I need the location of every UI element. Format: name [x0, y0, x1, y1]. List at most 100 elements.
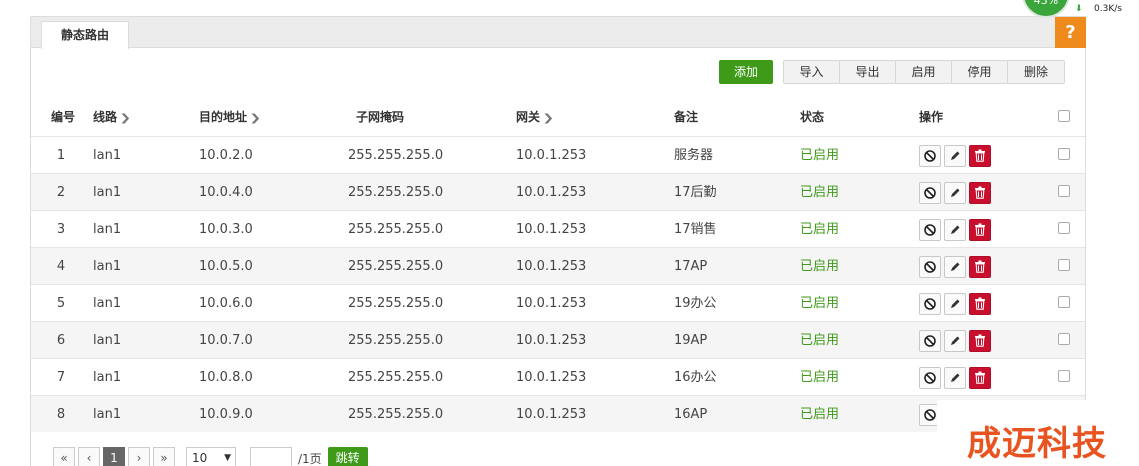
- edit-row-button[interactable]: [944, 366, 966, 389]
- trash-icon: [975, 371, 985, 384]
- edit-row-button[interactable]: [944, 329, 966, 352]
- delete-row-button[interactable]: [969, 292, 991, 315]
- ban-icon: [924, 223, 936, 236]
- enable-button[interactable]: 启用: [896, 61, 952, 83]
- last-page-button[interactable]: »: [153, 447, 175, 466]
- disable-row-button[interactable]: [919, 329, 941, 352]
- delete-row-button[interactable]: [969, 329, 991, 352]
- disable-row-button[interactable]: [919, 255, 941, 278]
- delete-row-button[interactable]: [969, 181, 991, 204]
- header-dst[interactable]: 目的地址 ❯: [199, 99, 261, 137]
- pencil-icon: [951, 373, 960, 382]
- next-page-button[interactable]: ›: [128, 447, 150, 466]
- cell-status: 已启用: [800, 333, 840, 348]
- chevron-down-icon[interactable]: ❯: [249, 100, 261, 137]
- header-no: 编号: [51, 110, 76, 124]
- cell-select: [1058, 359, 1070, 396]
- cell-status: 已启用: [800, 222, 840, 237]
- add-button[interactable]: 添加: [719, 60, 773, 84]
- first-page-button[interactable]: «: [53, 447, 75, 466]
- cell-dst: 10.0.4.0: [199, 185, 253, 200]
- disable-row-button[interactable]: [919, 292, 941, 315]
- delete-row-button[interactable]: [969, 218, 991, 241]
- delete-row-button[interactable]: [969, 255, 991, 278]
- network-speed-widget[interactable]: 43% ⬇ 0.3K/s +: [1022, 0, 1139, 19]
- header-line[interactable]: 线路 ❯: [93, 99, 131, 137]
- delete-row-button[interactable]: [969, 366, 991, 389]
- trash-icon: [975, 149, 985, 162]
- row-checkbox[interactable]: [1058, 259, 1070, 271]
- pencil-icon: [951, 262, 960, 271]
- disable-row-button[interactable]: [919, 144, 941, 167]
- toolbar: 添加 导入 导出 启用 停用 删除: [719, 60, 1065, 84]
- help-button[interactable]: ?: [1055, 17, 1086, 48]
- ban-icon: [924, 408, 936, 421]
- cell-gateway: 10.0.1.253: [516, 259, 587, 274]
- delete-row-button[interactable]: [969, 144, 991, 167]
- cell-gateway: 10.0.1.253: [516, 370, 587, 385]
- caret-down-icon: ▼: [224, 453, 231, 463]
- header-gateway[interactable]: 网关 ❯: [516, 99, 554, 137]
- edit-row-button[interactable]: [944, 181, 966, 204]
- pencil-icon: [951, 225, 960, 234]
- cell-note: 19办公: [674, 296, 717, 311]
- cell-note: 服务器: [674, 148, 714, 163]
- jump-button[interactable]: 跳转: [327, 447, 368, 466]
- cell-mask: 255.255.255.0: [348, 185, 444, 200]
- disable-row-button[interactable]: [919, 181, 941, 204]
- cell-gateway: 10.0.1.253: [516, 296, 587, 311]
- edit-row-button[interactable]: [944, 292, 966, 315]
- cell-gateway: 10.0.1.253: [516, 407, 587, 422]
- cell-note: 16AP: [674, 407, 708, 422]
- header-note: 备注: [674, 110, 699, 124]
- cell-line: lan1: [93, 370, 122, 385]
- header-select-all[interactable]: [1058, 99, 1070, 136]
- select-all-checkbox[interactable]: [1058, 110, 1070, 122]
- tab-static-route[interactable]: 静态路由: [41, 21, 129, 49]
- delete-button[interactable]: 删除: [1008, 61, 1064, 83]
- import-button[interactable]: 导入: [784, 61, 840, 83]
- prev-page-button[interactable]: ‹: [78, 447, 100, 466]
- header-line-label: 线路: [93, 110, 118, 124]
- cell-dst: 10.0.5.0: [199, 259, 253, 274]
- cell-mask: 255.255.255.0: [348, 370, 444, 385]
- export-button[interactable]: 导出: [840, 61, 896, 83]
- cell-no: 1: [56, 148, 66, 163]
- page-jump-input[interactable]: [250, 447, 292, 466]
- row-checkbox[interactable]: [1058, 222, 1070, 234]
- pencil-icon: [951, 151, 960, 160]
- table-row: 3 lan1 10.0.3.0 255.255.255.0 10.0.1.253…: [31, 210, 1085, 247]
- cell-gateway: 10.0.1.253: [516, 333, 587, 348]
- cell-no: 6: [56, 333, 66, 348]
- row-checkbox[interactable]: [1058, 333, 1070, 345]
- trash-icon: [975, 334, 985, 347]
- edit-row-button[interactable]: [944, 255, 966, 278]
- row-checkbox[interactable]: [1058, 148, 1070, 160]
- page-button-current[interactable]: 1: [103, 447, 125, 466]
- page-size-select[interactable]: 10 ▼: [186, 447, 236, 466]
- cell-line: lan1: [93, 222, 122, 237]
- header-status: 状态: [800, 110, 825, 124]
- disable-button[interactable]: 停用: [952, 61, 1008, 83]
- edit-row-button[interactable]: [944, 144, 966, 167]
- edit-row-button[interactable]: [944, 218, 966, 241]
- disable-row-button[interactable]: [919, 366, 941, 389]
- cell-line: lan1: [93, 185, 122, 200]
- header-gateway-label: 网关: [516, 110, 541, 124]
- row-checkbox[interactable]: [1058, 185, 1070, 197]
- cell-mask: 255.255.255.0: [348, 148, 444, 163]
- chevron-down-icon[interactable]: ❯: [119, 100, 131, 137]
- cell-ops: [919, 359, 991, 396]
- ban-icon: [924, 371, 936, 384]
- cell-mask: 255.255.255.0: [348, 222, 444, 237]
- table-row: 2 lan1 10.0.4.0 255.255.255.0 10.0.1.253…: [31, 173, 1085, 210]
- tab-bar: 静态路由 ?: [31, 17, 1086, 49]
- row-checkbox[interactable]: [1058, 370, 1070, 382]
- chevron-down-icon[interactable]: ❯: [542, 100, 554, 137]
- disable-row-button[interactable]: [919, 218, 941, 241]
- cell-no: 3: [56, 222, 66, 237]
- trash-icon: [975, 297, 985, 310]
- cell-select: [1058, 174, 1070, 211]
- cell-select: [1058, 248, 1070, 285]
- row-checkbox[interactable]: [1058, 296, 1070, 308]
